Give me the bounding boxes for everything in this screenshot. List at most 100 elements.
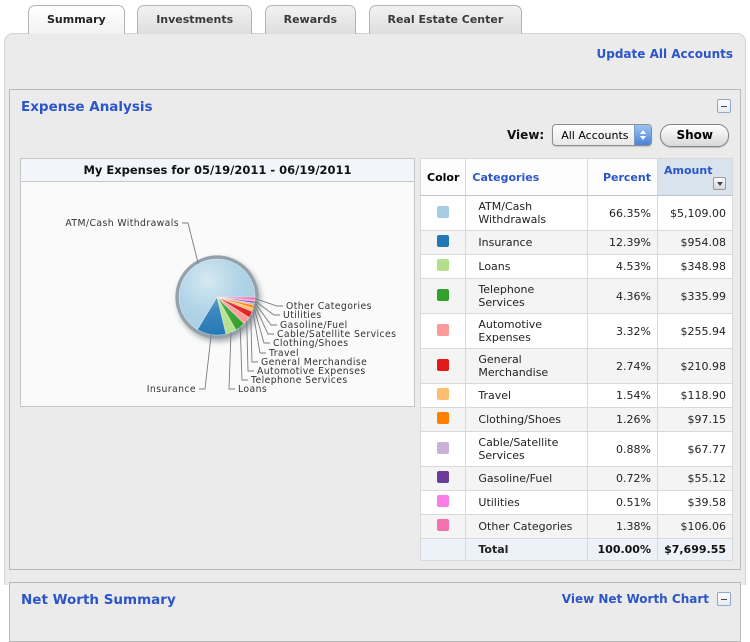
category-cell: ATM/Cash Withdrawals: [466, 196, 588, 231]
total-label: Total: [466, 539, 588, 561]
color-swatch: [437, 388, 449, 400]
chart-title: My Expenses for 05/19/2011 - 06/19/2011: [21, 159, 414, 182]
percent-cell: 2.74%: [588, 349, 658, 384]
show-button[interactable]: Show: [660, 124, 729, 147]
table-row: Automotive Expenses3.32%$255.94: [421, 314, 733, 349]
color-cell: [421, 314, 466, 349]
percent-cell: 3.32%: [588, 314, 658, 349]
table-row: ATM/Cash Withdrawals66.35%$5,109.00: [421, 196, 733, 231]
amount-cell: $118.90: [658, 384, 733, 408]
total-row: Total 100.00% $7,699.55: [421, 539, 733, 561]
sort-direction-button[interactable]: [713, 177, 726, 190]
pie-chart: ATM/Cash WithdrawalsInsuranceLoansTeleph…: [21, 182, 414, 406]
pie-chart-panel: My Expenses for 05/19/2011 - 06/19/2011 …: [20, 158, 415, 407]
view-net-worth-chart-link[interactable]: View Net Worth Chart: [562, 592, 709, 606]
net-worth-header: Net Worth Summary View Net Worth Chart: [17, 590, 733, 608]
category-cell: General Merchandise: [466, 349, 588, 384]
color-cell: [421, 515, 466, 539]
view-select[interactable]: All Accounts: [552, 124, 652, 146]
pie-label: Gasoline/Fuel: [280, 320, 348, 331]
color-cell: [421, 279, 466, 314]
expense-analysis-title: Expense Analysis: [21, 99, 153, 115]
expense-content: My Expenses for 05/19/2011 - 06/19/2011 …: [17, 158, 733, 561]
tab-real-estate-center[interactable]: Real Estate Center: [369, 5, 523, 34]
amount-cell: $5,109.00: [658, 196, 733, 231]
minus-icon: [721, 106, 727, 107]
color-swatch: [437, 495, 449, 507]
amount-cell: $67.77: [658, 432, 733, 467]
category-cell: Telephone Services: [466, 279, 588, 314]
color-swatch: [437, 471, 449, 483]
sort-down-icon: [717, 182, 723, 186]
percent-cell: 0.72%: [588, 467, 658, 491]
color-cell: [421, 384, 466, 408]
color-column-header: Color: [421, 159, 466, 196]
table-row: General Merchandise2.74%$210.98: [421, 349, 733, 384]
color-swatch: [437, 359, 449, 371]
category-cell: Cable/Satellite Services: [466, 432, 588, 467]
table-row: Gasoline/Fuel0.72%$55.12: [421, 467, 733, 491]
percent-cell: 0.88%: [588, 432, 658, 467]
color-swatch: [437, 259, 449, 271]
view-select-value: All Accounts: [561, 129, 634, 142]
pie-label-line: [229, 332, 235, 389]
pie-label-line: [199, 335, 211, 389]
expense-analysis-section: Expense Analysis View: All Accounts Show…: [9, 89, 741, 570]
table-row: Utilities0.51%$39.58: [421, 491, 733, 515]
pie-label: Other Categories: [286, 301, 372, 312]
pie-label-line: [247, 321, 254, 371]
amount-cell: $106.06: [658, 515, 733, 539]
table-header-row: Color Categories Percent Amount: [421, 159, 733, 196]
collapse-networth-button[interactable]: [717, 592, 731, 606]
view-label: View:: [507, 128, 544, 142]
percent-cell: 66.35%: [588, 196, 658, 231]
tab-investments[interactable]: Investments: [137, 5, 252, 34]
amount-cell: $55.12: [658, 467, 733, 491]
color-swatch: [437, 324, 449, 336]
table-row: Loans4.53%$348.98: [421, 255, 733, 279]
amount-cell: $255.94: [658, 314, 733, 349]
table-row: Telephone Services4.36%$335.99: [421, 279, 733, 314]
net-worth-section: Net Worth Summary View Net Worth Chart: [9, 582, 741, 642]
percent-cell: 12.39%: [588, 231, 658, 255]
tab-rewards[interactable]: Rewards: [265, 5, 356, 34]
color-swatch: [437, 289, 449, 301]
pie-label-line: [255, 299, 283, 306]
category-cell: Insurance: [466, 231, 588, 255]
category-cell: Loans: [466, 255, 588, 279]
color-swatch: [437, 412, 449, 424]
color-cell: [421, 255, 466, 279]
view-controls: View: All Accounts Show: [21, 123, 729, 147]
amount-cell: $39.58: [658, 491, 733, 515]
main-panel: Update All Accounts Expense Analysis Vie…: [4, 33, 746, 585]
total-percent: 100.00%: [588, 539, 658, 561]
pie-label: Travel: [268, 348, 299, 359]
select-stepper-icon: [634, 125, 651, 145]
amount-column-header[interactable]: Amount: [658, 159, 733, 196]
categories-column-header[interactable]: Categories: [466, 159, 588, 196]
table-row: Clothing/Shoes1.26%$97.15: [421, 408, 733, 432]
category-cell: Automotive Expenses: [466, 314, 588, 349]
color-swatch: [437, 519, 449, 531]
update-all-accounts-link[interactable]: Update All Accounts: [597, 47, 734, 61]
color-cell: [421, 196, 466, 231]
pie-label-line: [182, 223, 198, 264]
percent-cell: 0.51%: [588, 491, 658, 515]
color-cell: [421, 408, 466, 432]
category-cell: Gasoline/Fuel: [466, 467, 588, 491]
percent-cell: 1.38%: [588, 515, 658, 539]
amount-cell: $97.15: [658, 408, 733, 432]
amount-cell: $348.98: [658, 255, 733, 279]
percent-column-header[interactable]: Percent: [588, 159, 658, 196]
tab-bar: Summary Investments Rewards Real Estate …: [0, 0, 750, 33]
color-cell: [421, 349, 466, 384]
pie-label-line: [253, 310, 266, 353]
expense-table: Color Categories Percent Amount ATM/Cash…: [420, 158, 733, 561]
collapse-expense-button[interactable]: [717, 99, 731, 113]
percent-cell: 1.54%: [588, 384, 658, 408]
expense-section-header: Expense Analysis: [17, 97, 733, 115]
amount-cell: $335.99: [658, 279, 733, 314]
tab-summary[interactable]: Summary: [28, 5, 125, 34]
percent-cell: 4.36%: [588, 279, 658, 314]
color-cell: [421, 432, 466, 467]
